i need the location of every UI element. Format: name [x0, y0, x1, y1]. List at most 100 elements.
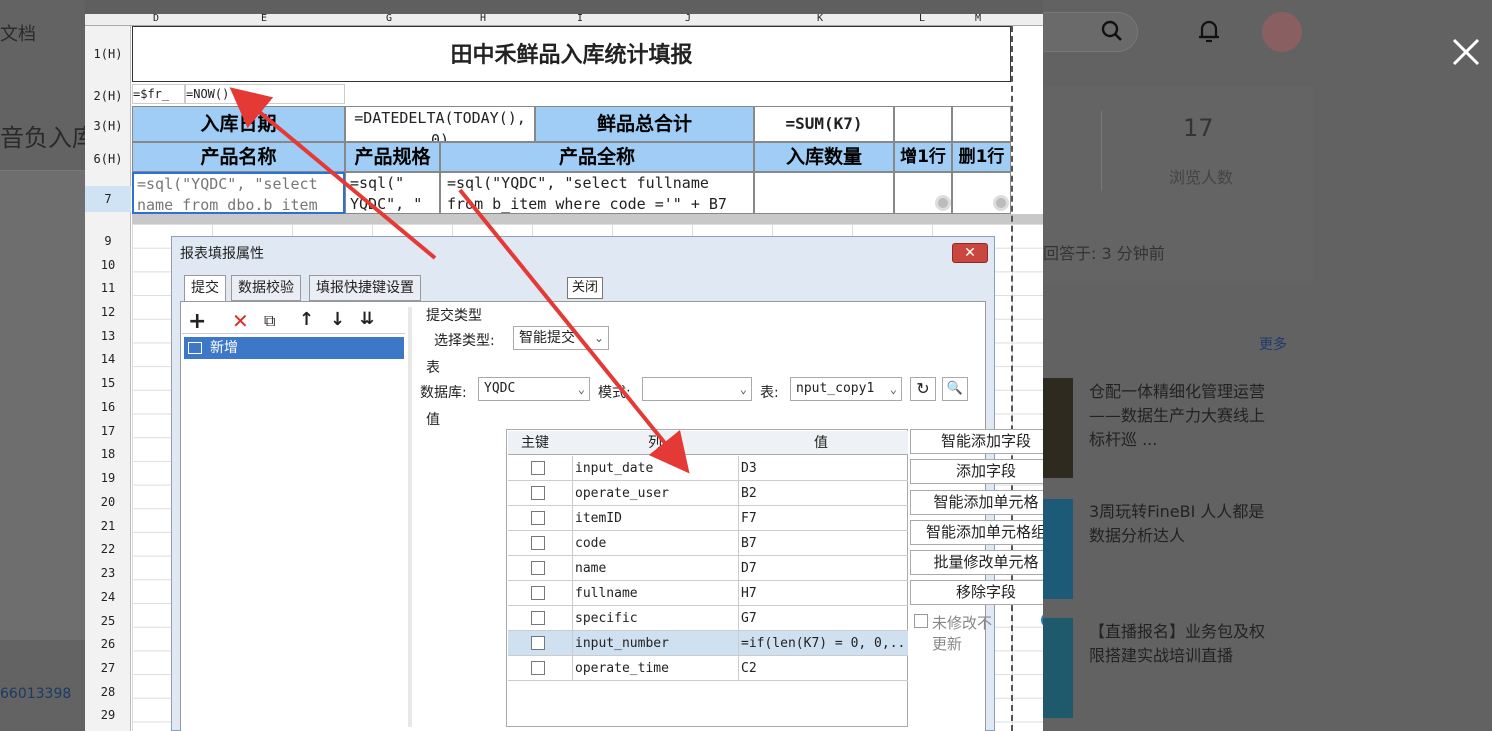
header-add-row[interactable]: 增1行: [894, 142, 952, 172]
row-label[interactable]: 15: [85, 376, 131, 390]
remove-field-button[interactable]: 移除字段: [910, 580, 1043, 605]
row-label[interactable]: 11: [85, 281, 131, 295]
column-value[interactable]: B7: [738, 531, 908, 556]
table-row[interactable]: itemID F7: [508, 506, 908, 531]
toolbar-delete-icon[interactable]: ✕: [232, 309, 249, 333]
header-product-fullname[interactable]: 产品全称: [440, 142, 754, 172]
cell-name-formula[interactable]: =sql("YQDC", "select name from dbo.b_ite…: [132, 172, 345, 214]
header-product-spec[interactable]: 产品规格: [345, 142, 440, 172]
toolbar-add-icon[interactable]: +: [188, 309, 206, 334]
table-select[interactable]: nput_copy1 ⌄: [790, 377, 902, 401]
more-link[interactable]: 更多: [1259, 334, 1287, 354]
submit-type-select[interactable]: 智能提交 ⌄: [513, 326, 609, 350]
row-label[interactable]: 9: [85, 234, 131, 248]
table-row[interactable]: code B7: [508, 531, 908, 556]
table-row[interactable]: specific G7: [508, 606, 908, 631]
row-label[interactable]: 16: [85, 400, 131, 414]
close-icon[interactable]: [1450, 36, 1482, 68]
table-row[interactable]: fullname H7: [508, 581, 908, 606]
toolbar-copy-icon[interactable]: ⧉: [264, 311, 275, 331]
cell-date-formula[interactable]: =DATEDELTA(TODAY(),0): [345, 106, 535, 142]
cell-spec-formula[interactable]: =sql(" YQDC", ": [345, 172, 440, 214]
key-checkbox[interactable]: [531, 561, 545, 575]
row-label[interactable]: 7: [85, 186, 131, 212]
column-value[interactable]: B2: [738, 481, 908, 506]
row-label[interactable]: 3(H): [85, 119, 131, 133]
table-row[interactable]: name D7: [508, 556, 908, 581]
col-header-d[interactable]: D: [153, 14, 159, 24]
table-row-selected[interactable]: input_number =if(len(K7) = 0, 0,...: [508, 631, 908, 656]
col-header-k[interactable]: K: [817, 14, 823, 24]
avatar[interactable]: [1262, 12, 1302, 52]
key-checkbox[interactable]: [531, 611, 545, 625]
column-value[interactable]: C2: [738, 656, 908, 681]
header-delete-row[interactable]: 删1行: [952, 142, 1011, 172]
cell-row2-now[interactable]: =NOW(): [185, 84, 345, 104]
cell-delete-row-btn[interactable]: [952, 172, 1011, 214]
grid-header-value[interactable]: 值: [814, 431, 828, 455]
toolbar-down-icon[interactable]: ↓: [330, 309, 345, 330]
search-icon[interactable]: [1101, 20, 1123, 42]
row-label[interactable]: 6(H): [85, 152, 131, 166]
news-thumbnail-1[interactable]: [1043, 378, 1073, 478]
news-title-3[interactable]: 【直播报名】业务包及权限搭建实战培训直播: [1089, 620, 1271, 668]
tab-submit[interactable]: 提交: [184, 275, 226, 301]
label-fresh-total[interactable]: 鲜品总合计: [535, 106, 754, 142]
key-checkbox[interactable]: [531, 586, 545, 600]
column-value[interactable]: D7: [738, 556, 908, 581]
smart-add-cell-group-button[interactable]: 智能添加单元格组: [910, 520, 1043, 545]
gear-icon[interactable]: [993, 195, 1009, 211]
table-row[interactable]: operate_user B2: [508, 481, 908, 506]
cell-row3-l[interactable]: [894, 106, 952, 142]
col-header-i[interactable]: I: [577, 14, 583, 24]
key-checkbox[interactable]: [531, 661, 545, 675]
col-header-l[interactable]: L: [919, 14, 925, 24]
schema-select[interactable]: ⌄: [642, 377, 752, 401]
header-product-name[interactable]: 产品名称: [132, 142, 345, 172]
col-header-m[interactable]: M: [975, 14, 981, 24]
key-checkbox[interactable]: [531, 486, 545, 500]
column-value[interactable]: D3: [738, 456, 908, 481]
key-checkbox[interactable]: [531, 636, 545, 650]
row-label[interactable]: 23: [85, 566, 131, 580]
header-inbound-qty[interactable]: 入库数量: [754, 142, 894, 172]
tab-fill-shortcuts[interactable]: 填报快捷键设置: [309, 275, 421, 301]
row-label[interactable]: 29: [85, 708, 131, 722]
cell-row2-user[interactable]: =$fr_: [132, 84, 185, 104]
row-label[interactable]: 1(H): [85, 47, 131, 61]
cell-row3-m[interactable]: [952, 106, 1011, 142]
tab-data-validation[interactable]: 数据校验: [231, 275, 301, 301]
row-label[interactable]: 19: [85, 471, 131, 485]
smart-add-cell-button[interactable]: 智能添加单元格: [910, 490, 1043, 515]
cell-add-row-btn[interactable]: [894, 172, 952, 214]
column-value[interactable]: G7: [738, 606, 908, 631]
bell-icon[interactable]: [1197, 18, 1221, 44]
tree-item-new[interactable]: 新增: [184, 337, 404, 359]
column-value[interactable]: =if(len(K7) = 0, 0,...: [738, 631, 908, 656]
key-checkbox[interactable]: [531, 461, 545, 475]
table-row[interactable]: operate_time C2: [508, 656, 908, 681]
doc-nav-text[interactable]: 文档: [0, 20, 36, 46]
column-value[interactable]: H7: [738, 581, 908, 606]
row-label[interactable]: 26: [85, 637, 131, 651]
row-label[interactable]: 24: [85, 590, 131, 604]
row-label[interactable]: 17: [85, 424, 131, 438]
key-checkbox[interactable]: [531, 511, 545, 525]
cell-sum-formula[interactable]: =SUM(K7): [754, 106, 894, 142]
row-label[interactable]: 25: [85, 614, 131, 628]
col-header-g[interactable]: G: [386, 14, 392, 24]
news-title-1[interactable]: 仓配一体精细化管理运营——数据生产力大赛线上标杆巡 ...: [1089, 380, 1271, 452]
row-label[interactable]: 27: [85, 661, 131, 675]
column-value[interactable]: F7: [738, 506, 908, 531]
phone-number-link[interactable]: 66013398: [0, 686, 71, 702]
cell-fullname-formula[interactable]: =sql("YQDC", "select fullname from b_ite…: [440, 172, 754, 214]
cell-qty-input[interactable]: [754, 172, 894, 214]
gear-icon[interactable]: [935, 195, 951, 211]
table-row[interactable]: input_date D3: [508, 456, 908, 481]
row-label[interactable]: 13: [85, 329, 131, 343]
dialog-close-button[interactable]: ✕: [952, 243, 988, 263]
row-label[interactable]: 22: [85, 542, 131, 556]
add-field-button[interactable]: 添加字段: [910, 459, 1043, 484]
key-checkbox[interactable]: [531, 536, 545, 550]
row-label[interactable]: 21: [85, 519, 131, 533]
